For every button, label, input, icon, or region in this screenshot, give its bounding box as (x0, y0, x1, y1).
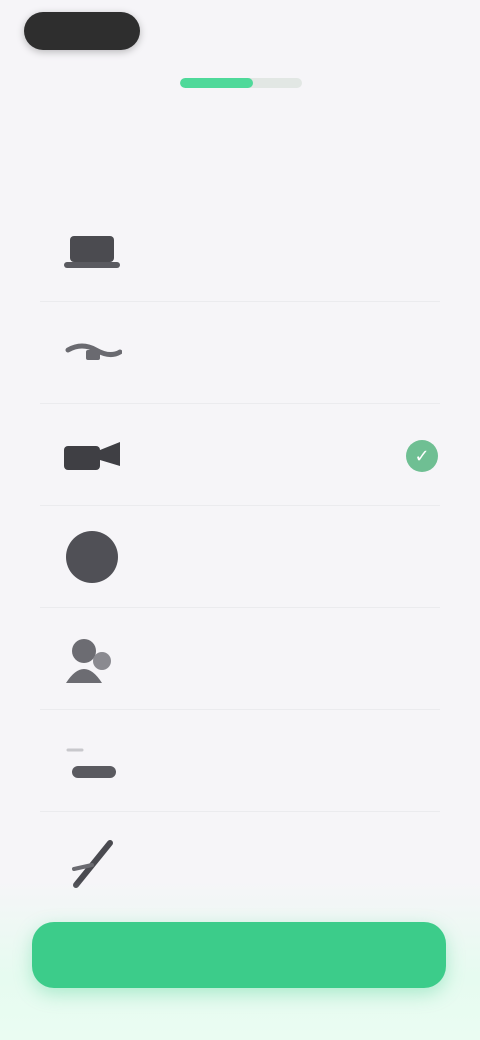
people-icon (62, 634, 122, 684)
progress-fill (180, 78, 254, 88)
progress-bar (180, 78, 302, 88)
selected-check-icon: ✓ (406, 440, 438, 472)
cable-icon (62, 328, 122, 378)
option-item[interactable] (40, 608, 440, 710)
back-button[interactable] (24, 12, 140, 50)
continue-button[interactable] (32, 922, 446, 988)
option-item[interactable] (40, 506, 440, 608)
laptop-icon (62, 226, 122, 276)
option-list: ✓ (0, 200, 480, 914)
option-item[interactable] (40, 200, 440, 302)
tray-icon (62, 736, 122, 786)
top-bar (0, 0, 480, 70)
option-item[interactable] (40, 710, 440, 812)
globe-icon (62, 531, 122, 583)
option-item[interactable]: ✓ (40, 404, 440, 506)
option-item[interactable] (40, 302, 440, 404)
camera-icon (62, 430, 122, 480)
